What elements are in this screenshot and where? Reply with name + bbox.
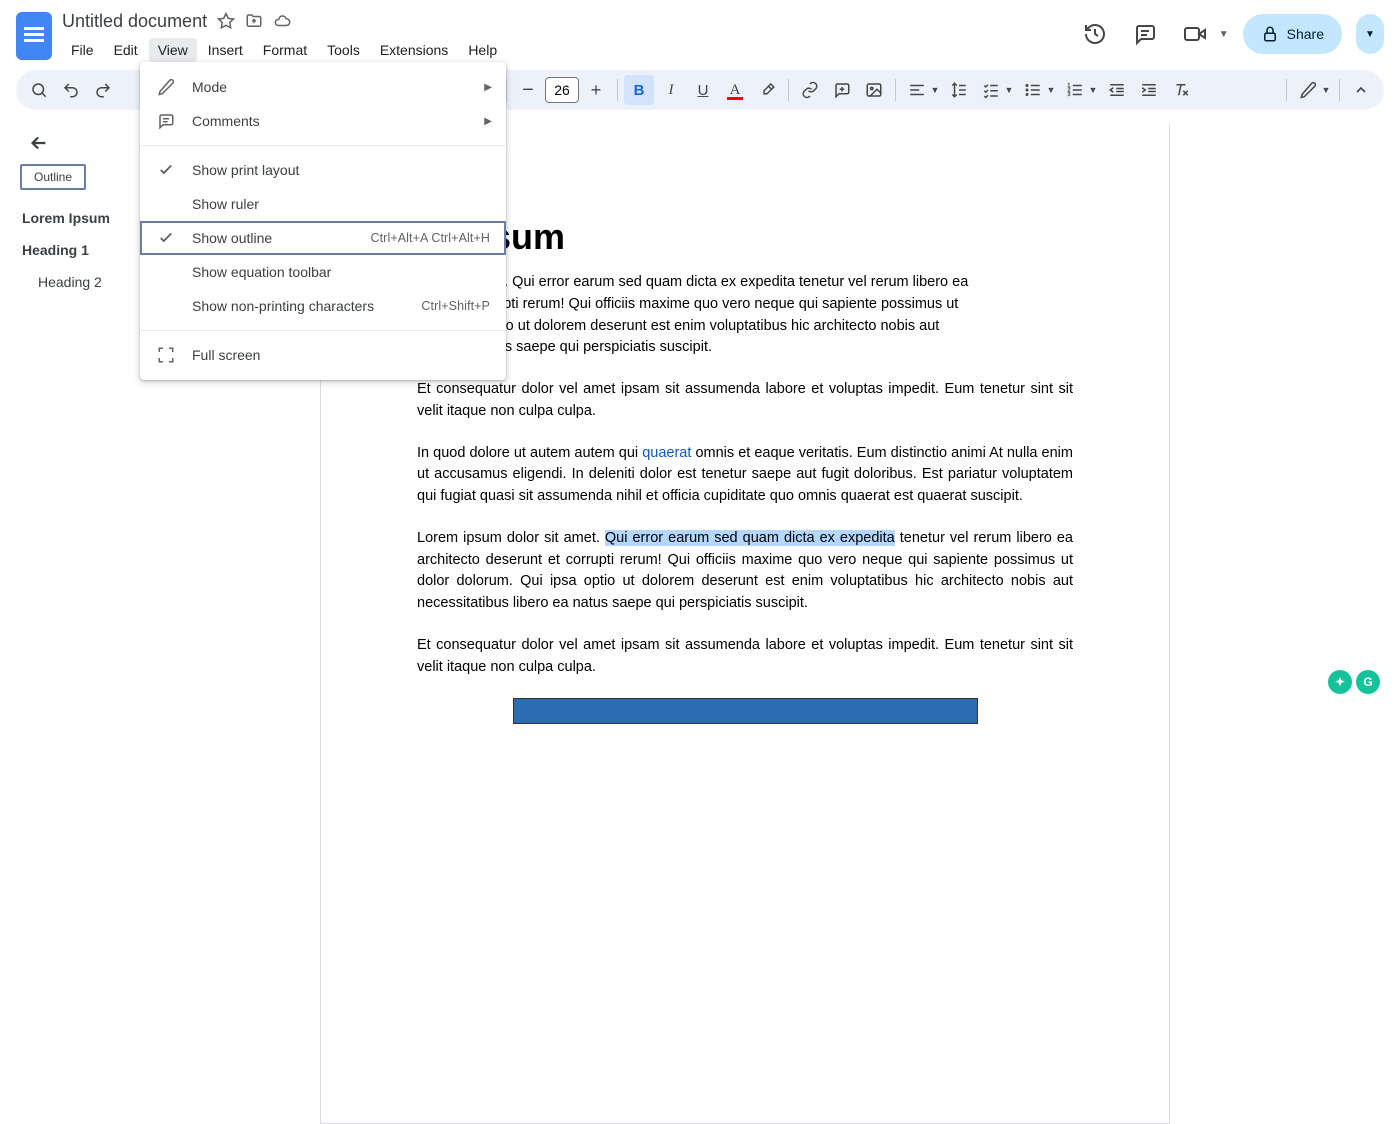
separator [506,79,507,101]
search-menus-icon[interactable] [24,75,54,105]
history-icon[interactable] [1077,16,1113,52]
comments-icon [156,112,176,130]
insert-comment-icon[interactable] [827,75,857,105]
menu-view[interactable]: View [149,38,197,62]
undo-icon[interactable] [56,75,86,105]
separator [1339,79,1340,101]
hyperlink[interactable]: quaerat [642,445,691,461]
paragraph[interactable]: dolor sit amet. Qui error earum sed quam… [417,272,1073,359]
paragraph[interactable]: Et consequatur dolor vel amet ipsam sit … [417,379,1073,423]
submenu-arrow-icon: ▶ [484,116,492,127]
menu-item-full-screen[interactable]: Full screen [140,338,506,372]
separator [895,79,896,101]
separator [617,79,618,101]
menu-divider [140,145,506,146]
doc-title[interactable]: Untitled document [62,11,207,32]
menu-item-show-nonprinting[interactable]: Show non-printing characters Ctrl+Shift+… [140,289,506,323]
paragraph[interactable]: Et consequatur dolor vel amet ipsam sit … [417,635,1073,679]
line-spacing-icon[interactable] [944,75,974,105]
separator [788,79,789,101]
menu-format[interactable]: Format [254,38,316,62]
menu-item-show-outline[interactable]: Show outline Ctrl+Alt+A Ctrl+Alt+H [140,221,506,255]
numbered-dropdown-icon[interactable]: ▼ [1086,85,1100,95]
share-button[interactable]: Share [1243,14,1342,54]
underline-button[interactable]: U [688,75,718,105]
highlight-button[interactable] [752,75,782,105]
share-dropdown-button[interactable]: ▼ [1356,14,1384,54]
svg-text:3: 3 [1068,92,1071,98]
separator [1286,79,1287,101]
keyboard-shortcut: Ctrl+Shift+P [421,299,490,313]
menu-bar: File Edit View Insert Format Tools Exten… [62,38,1067,62]
menu-item-show-equation-toolbar[interactable]: Show equation toolbar [140,255,506,289]
increase-indent-icon[interactable] [1134,75,1164,105]
align-dropdown-icon[interactable]: ▼ [928,85,942,95]
clear-formatting-icon[interactable] [1166,75,1196,105]
menu-help[interactable]: Help [459,38,506,62]
star-icon[interactable] [217,12,235,30]
pencil-icon [156,78,176,96]
move-to-drive-icon[interactable] [245,12,263,30]
lock-icon [1261,25,1279,43]
cloud-status-icon[interactable] [273,12,291,30]
grammarly-icon[interactable]: G [1356,670,1380,694]
italic-button[interactable]: I [656,75,686,105]
bold-button[interactable]: B [624,75,654,105]
paragraph[interactable]: In quod dolore ut autem autem qui quaera… [417,443,1073,508]
share-label: Share [1287,26,1324,42]
insert-link-icon[interactable] [795,75,825,105]
increase-font-icon[interactable]: + [581,75,611,105]
comments-history-icon[interactable] [1127,16,1163,52]
checklist-dropdown-icon[interactable]: ▼ [1002,85,1016,95]
paragraph[interactable]: Lorem ipsum dolor sit amet. Qui error ea… [417,528,1073,615]
meet-icon[interactable] [1177,16,1213,52]
grammarly-badge-icon[interactable]: ✦ [1328,670,1352,694]
menu-edit[interactable]: Edit [105,38,147,62]
view-menu-dropdown: Mode ▶ Comments ▶ Show print layout Show… [140,62,506,380]
text-color-button[interactable]: A [720,75,750,105]
menu-tools[interactable]: Tools [318,38,369,62]
embedded-image[interactable] [513,698,978,724]
meet-dropdown-icon[interactable]: ▼ [1219,29,1229,40]
check-icon [156,229,176,247]
collapse-toolbar-icon[interactable] [1346,75,1376,105]
docs-app-icon[interactable] [16,12,52,60]
doc-heading[interactable]: m Ipsum [417,216,1073,258]
submenu-arrow-icon: ▶ [484,82,492,93]
insert-image-icon[interactable] [859,75,889,105]
bullet-dropdown-icon[interactable]: ▼ [1044,85,1058,95]
font-size-input[interactable]: 26 [545,77,579,103]
menu-item-mode[interactable]: Mode ▶ [140,70,506,104]
decrease-font-icon[interactable]: − [513,75,543,105]
menu-item-comments[interactable]: Comments ▶ [140,104,506,138]
check-icon [156,161,176,179]
menu-divider [140,330,506,331]
fullscreen-icon [156,346,176,364]
menu-insert[interactable]: Insert [199,38,252,62]
outline-header: Outline [20,164,86,190]
menu-item-show-print-layout[interactable]: Show print layout [140,153,506,187]
menu-item-show-ruler[interactable]: Show ruler [140,187,506,221]
decrease-indent-icon[interactable] [1102,75,1132,105]
keyboard-shortcut: Ctrl+Alt+A Ctrl+Alt+H [370,231,490,245]
selected-text[interactable]: Qui error earum sed quam dicta ex expedi… [605,530,895,546]
mode-dropdown-icon[interactable]: ▼ [1319,85,1333,95]
redo-icon[interactable] [88,75,118,105]
menu-extensions[interactable]: Extensions [371,38,457,62]
menu-file[interactable]: File [62,38,103,62]
